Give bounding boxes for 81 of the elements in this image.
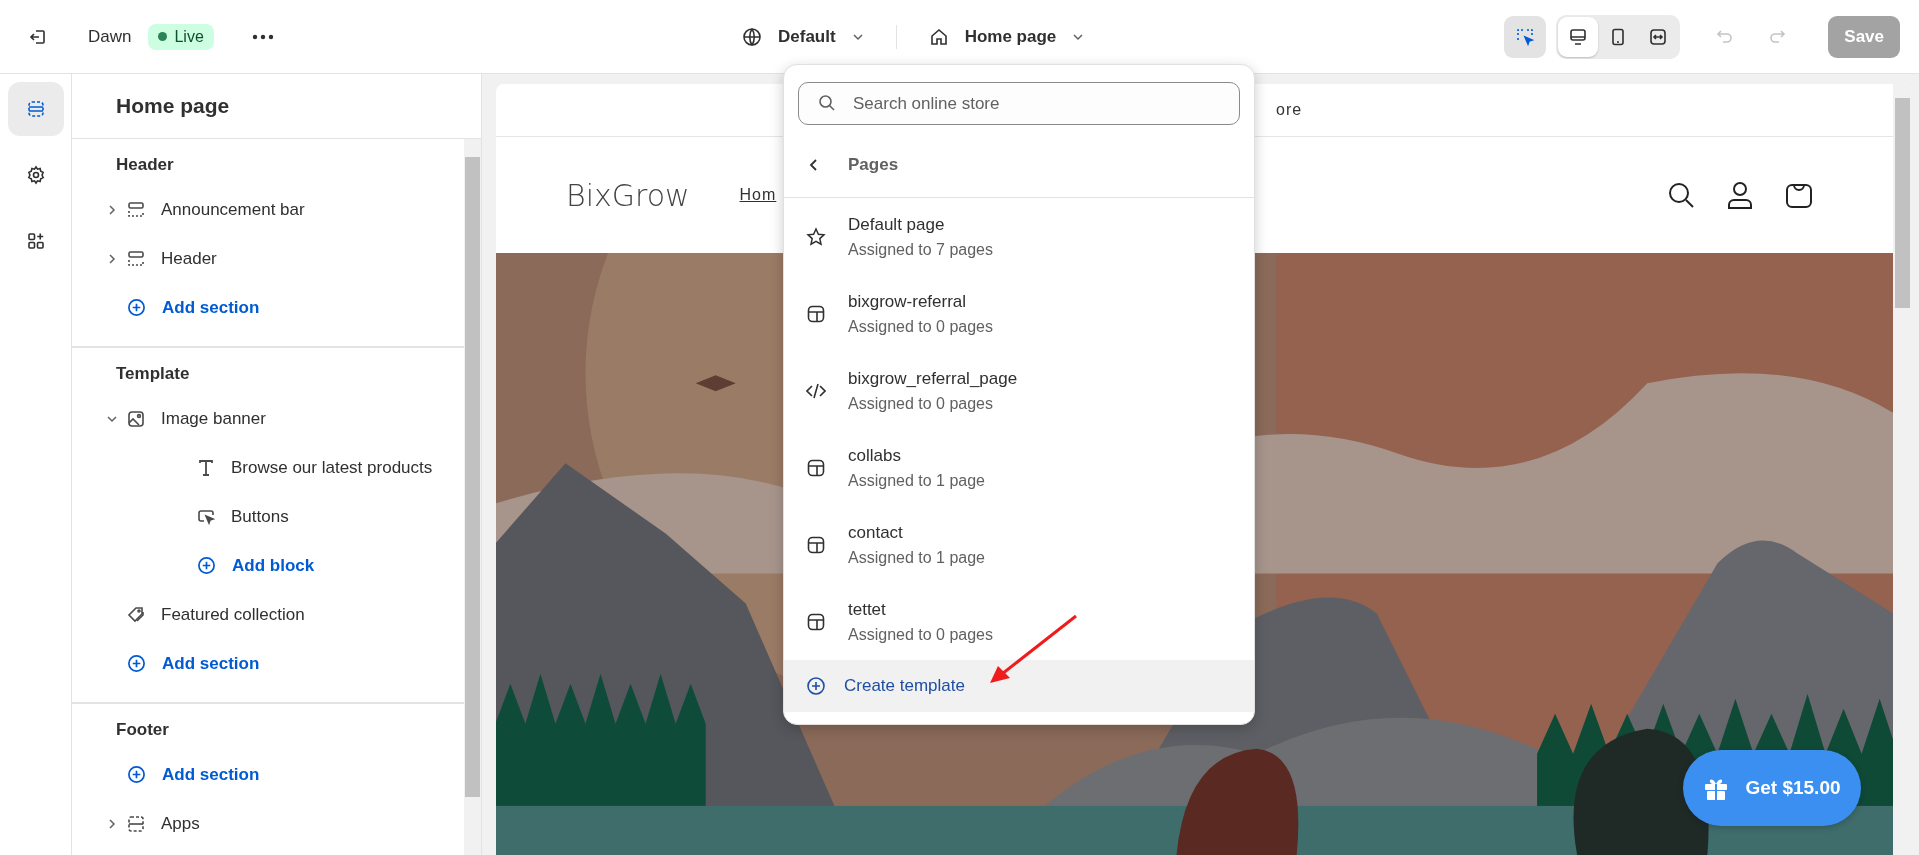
announcement-text: ore [1276,101,1303,119]
tag-icon [127,605,145,624]
template-usage: Assigned to 1 page [848,471,985,490]
tree-item[interactable]: Header [161,248,217,269]
apps-icon [25,231,46,251]
template-name: tettet [848,599,887,620]
account-icon[interactable] [1727,181,1753,209]
template-name: collabs [848,445,902,466]
template-item[interactable]: bixgrow_referral_page Assigned to 0 pages [784,352,1254,429]
page-selector[interactable]: Home page [924,20,1089,53]
plus-circle-icon [127,765,146,784]
section-icon [127,814,145,833]
expand-icon [1649,27,1668,46]
tree-item[interactable]: Image banner [161,408,266,429]
template-usage: Assigned to 0 pages [848,317,993,336]
nav-link[interactable]: Hom [739,186,777,204]
group-title: Header [116,154,175,176]
sections-icon [25,99,46,119]
cart-icon[interactable] [1785,181,1813,209]
back-icon[interactable] [808,158,820,172]
group-title: Template [116,363,191,385]
theme-name: Dawn [88,26,132,47]
cursor-icon [197,507,215,526]
template-item[interactable]: bixgrow-referral Assigned to 0 pages [784,275,1254,352]
home-icon [928,26,949,47]
template-usage: Assigned to 0 pages [848,625,993,644]
template-name: bixgrow-referral [848,291,968,312]
add-link[interactable]: Add section [162,764,260,785]
chevron-right-icon[interactable] [106,203,118,216]
tree-item[interactable]: Buttons [231,506,289,527]
chevron-right-icon[interactable] [106,817,118,830]
search-field[interactable]: Search online store [798,82,1240,125]
layout-icon [806,611,826,632]
sections-tab[interactable] [7,82,64,136]
tree-item[interactable]: Browse our latest products [231,457,433,478]
template-usage: Assigned to 7 pages [848,240,993,259]
theme-selector[interactable]: Default [738,20,868,53]
tree-item[interactable]: Announcement bar [161,199,305,220]
template-name: Default page [848,214,946,235]
inspector-button[interactable] [1504,15,1547,58]
search-icon[interactable] [1667,181,1695,209]
section-icon [127,249,145,268]
pages-heading: Pages [848,155,899,175]
template-item[interactable]: tettet Assigned to 0 pages [784,583,1254,660]
more-icon[interactable] [251,33,274,40]
desktop-icon [1569,27,1588,46]
plus-circle-icon [127,298,146,317]
layout-icon [806,303,826,324]
tree-item[interactable]: Apps [161,813,200,834]
add-link[interactable]: Add section [162,653,260,674]
scrollbar[interactable] [464,139,481,855]
template-usage: Assigned to 1 page [848,548,985,567]
settings-icon [25,165,46,185]
tree-item[interactable]: Featured collection [161,604,305,625]
template-item[interactable]: Default page Assigned to 7 pages [784,198,1254,275]
image-icon [127,409,145,428]
template-item[interactable]: contact Assigned to 1 page [784,506,1254,583]
layout-icon [806,534,826,555]
layout-icon [806,457,826,478]
chevron-right-icon[interactable] [106,252,118,265]
store-name[interactable]: BixGrow [566,177,690,213]
template-name: bixgrow_referral_page [848,368,1018,389]
text-icon [197,458,215,477]
select-cursor-icon [1516,27,1535,46]
plus-circle-icon [197,556,216,575]
create-template-button[interactable]: Create template [784,660,1254,712]
panel-title: Home page [72,74,481,139]
template-usage: Assigned to 0 pages [848,394,994,413]
add-link[interactable]: Add section [162,297,260,318]
plus-circle-icon [127,654,146,673]
template-name: contact [848,522,904,543]
plus-circle-icon [806,676,826,696]
template-item[interactable]: collabs Assigned to 1 page [784,429,1254,506]
search-icon [818,94,836,112]
star-icon [806,226,826,247]
globe-icon [742,26,762,47]
status-badge: Live [148,23,214,50]
section-icon [127,200,145,219]
desktop-view-button[interactable] [1558,16,1599,57]
group-title: Footer [116,719,170,741]
add-link[interactable]: Add block [232,555,315,576]
